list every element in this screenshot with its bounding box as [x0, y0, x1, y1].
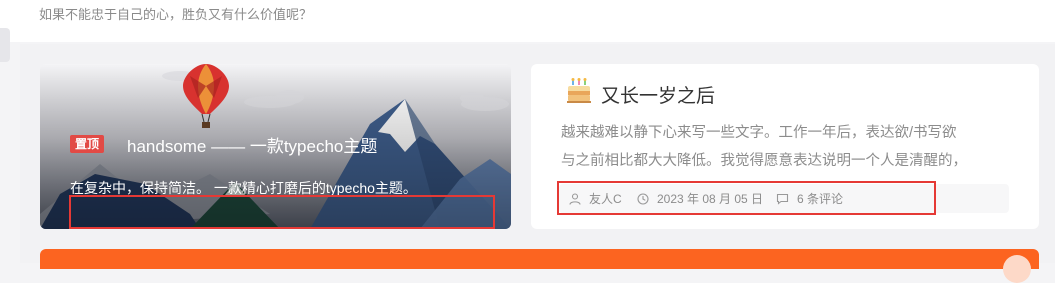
excerpt-line: 与之前相比都大大降低。我觉得愿意表达说明一个人是清醒的，: [561, 153, 967, 169]
highlight-box-meta: [557, 181, 936, 215]
accent-banner: [40, 249, 1039, 269]
site-tagline: 如果不能忠于自己的心，胜负又有什么价值呢？: [39, 7, 313, 22]
top-bar: 如果不能忠于自己的心，胜负又有什么价值呢？: [0, 0, 1055, 42]
cake-icon: [567, 78, 591, 103]
post-excerpt: 越来越难以静下心来写一些文字。工作一年后，表达欲/书写欲 与之前相比都大大降低。…: [561, 119, 1039, 177]
sidebar-toggle-tab[interactable]: [0, 28, 10, 62]
featured-post-title[interactable]: handsome —— 一款typecho主题: [127, 132, 377, 157]
floating-button[interactable]: [1003, 255, 1031, 283]
pinned-badge: 置顶: [70, 135, 105, 153]
excerpt-line: 越来越难以静下心来写一些文字。工作一年后，表达欲/书写欲: [561, 125, 957, 141]
post-title[interactable]: 又长一岁之后: [601, 81, 715, 108]
highlight-box-featured: [69, 195, 495, 229]
